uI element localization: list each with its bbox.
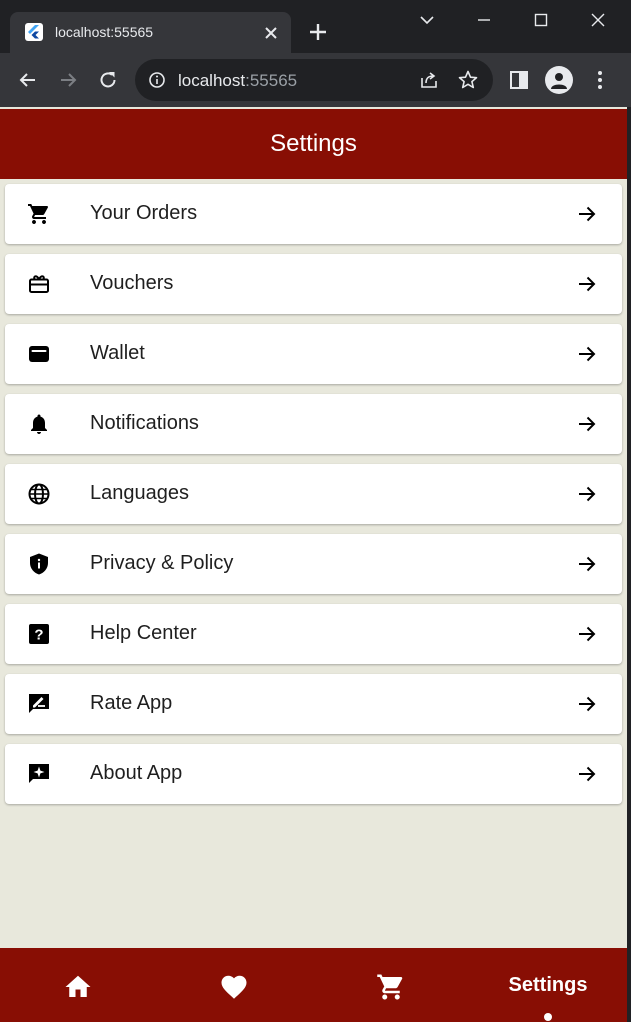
settings-item-languages[interactable]: Languages [5, 464, 622, 524]
settings-item-label: Help Center [90, 622, 197, 644]
settings-item-about-app[interactable]: About App [5, 744, 622, 804]
browser-tab[interactable]: localhost:55565 [10, 12, 291, 53]
app-bar: Settings [0, 109, 627, 179]
nav-item-favorites[interactable] [156, 948, 312, 1022]
new-tab-icon[interactable] [307, 21, 329, 43]
tab-close-icon[interactable] [262, 24, 280, 42]
settings-item-privacy-policy[interactable]: Privacy & Policy [5, 534, 622, 594]
tab-search-chevron-icon[interactable] [415, 8, 439, 32]
forward-icon[interactable] [56, 68, 80, 92]
settings-item-notifications[interactable]: Notifications [5, 394, 622, 454]
app-viewport: Settings Your Orders Vouchers Wallet Not… [0, 107, 627, 1022]
shopping-cart-icon [27, 202, 51, 226]
shopping-cart-icon [376, 972, 406, 1002]
settings-item-label: Rate App [90, 692, 173, 714]
home-icon [63, 972, 93, 1002]
browser-toolbar: localhost:55565 [0, 53, 631, 107]
wallet-icon [27, 342, 51, 366]
maximize-icon[interactable] [529, 8, 553, 32]
globe-icon [27, 482, 51, 506]
nav-item-home[interactable] [0, 948, 156, 1022]
nav-item-cart[interactable] [313, 948, 469, 1022]
settings-item-label: Notifications [90, 412, 199, 434]
sparkle-chat-icon [27, 762, 51, 786]
url-port: :55565 [245, 71, 298, 90]
settings-item-label: Privacy & Policy [90, 552, 234, 574]
profile-avatar-icon[interactable] [545, 66, 573, 94]
browser-menu-icon[interactable] [588, 68, 612, 92]
settings-item-help-center[interactable]: ? Help Center [5, 604, 622, 664]
nav-item-settings[interactable]: Settings [470, 948, 626, 1022]
minimize-icon[interactable] [472, 8, 496, 32]
url-text: localhost:55565 [178, 71, 297, 91]
settings-item-vouchers[interactable]: Vouchers [5, 254, 622, 314]
address-bar[interactable]: localhost:55565 [135, 59, 493, 101]
heart-icon [219, 972, 249, 1002]
arrow-forward-icon [575, 482, 599, 506]
settings-item-label: About App [90, 762, 183, 784]
arrow-forward-icon [575, 342, 599, 366]
arrow-forward-icon [575, 552, 599, 576]
arrow-forward-icon [575, 412, 599, 436]
arrow-forward-icon [575, 202, 599, 226]
close-window-icon[interactable] [586, 8, 610, 32]
arrow-forward-icon [575, 692, 599, 716]
shield-info-icon [27, 552, 51, 576]
flutter-favicon-icon [25, 23, 43, 41]
reload-icon[interactable] [96, 68, 120, 92]
help-icon: ? [27, 622, 51, 646]
back-icon[interactable] [16, 68, 40, 92]
arrow-forward-icon [575, 762, 599, 786]
page-title: Settings [270, 130, 357, 157]
browser-tabstrip: localhost:55565 [0, 0, 631, 53]
settings-item-rate-app[interactable]: Rate App [5, 674, 622, 734]
side-panel-icon[interactable] [507, 68, 531, 92]
arrow-forward-icon [575, 622, 599, 646]
active-indicator-dot [544, 1013, 552, 1021]
settings-item-label: Vouchers [90, 272, 174, 294]
settings-item-label: Wallet [90, 342, 145, 364]
arrow-forward-icon [575, 272, 599, 296]
bottom-navigation-bar: Settings [0, 948, 627, 1022]
svg-text:?: ? [34, 627, 43, 644]
settings-item-label: Languages [90, 482, 189, 504]
window-edge [627, 107, 631, 1022]
settings-item-label: Your Orders [90, 202, 198, 224]
nav-label-settings: Settings [508, 974, 588, 996]
rate-review-icon [27, 692, 51, 716]
bookmark-star-icon[interactable] [457, 69, 479, 91]
site-info-icon[interactable] [148, 71, 166, 89]
settings-item-wallet[interactable]: Wallet [5, 324, 622, 384]
settings-item-your-orders[interactable]: Your Orders [5, 184, 622, 244]
share-icon[interactable] [418, 69, 440, 91]
bell-icon [27, 412, 51, 436]
voucher-icon [27, 272, 51, 296]
tab-title: localhost:55565 [55, 24, 154, 40]
url-host: localhost [178, 71, 246, 90]
